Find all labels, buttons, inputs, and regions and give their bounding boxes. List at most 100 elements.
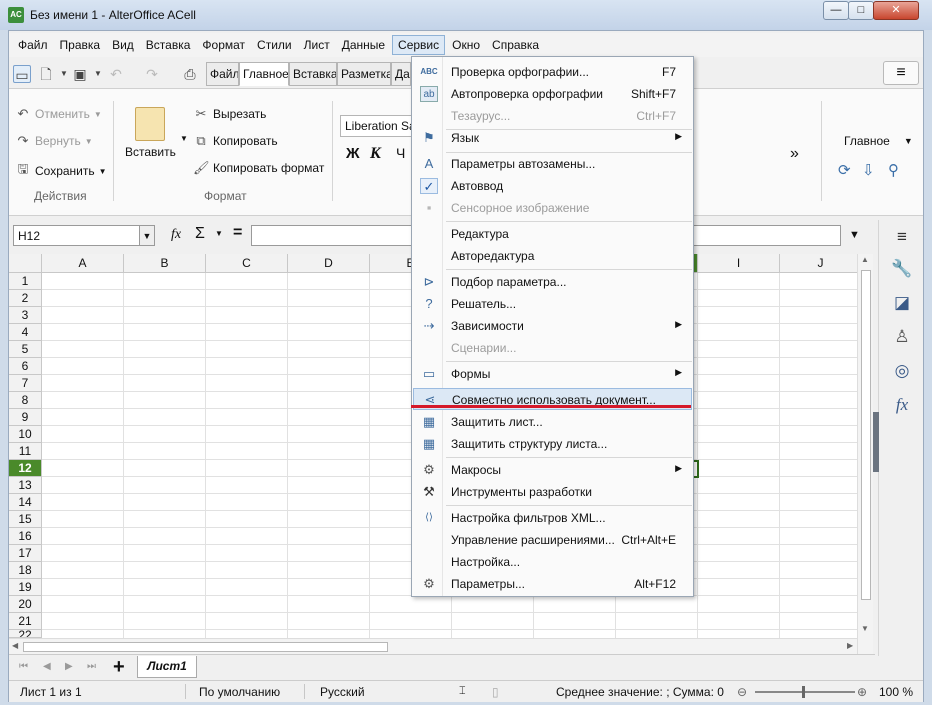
last-sheet-icon[interactable]: ⏭ — [87, 661, 96, 672]
menu-item-autospellcheck[interactable]: ab Автопроверка орфографии Shift+F7 — [413, 83, 692, 105]
row-header[interactable]: 7 — [9, 375, 42, 392]
font-name-combo[interactable]: Liberation Sa — [340, 115, 412, 137]
cut-button[interactable]: ✂ Вырезать — [193, 106, 267, 122]
row-header[interactable]: 5 — [9, 341, 42, 358]
menu-view[interactable]: Вид — [107, 36, 139, 54]
tab-file[interactable]: Файл — [206, 62, 239, 86]
select-all-corner[interactable] — [9, 254, 42, 273]
sidebar-menu-icon[interactable]: ≡ — [889, 224, 915, 250]
sum-icon[interactable]: Σ — [195, 225, 205, 243]
copy-button[interactable]: ⧉ Копировать — [193, 133, 277, 149]
tab-layout[interactable]: Разметка — [337, 62, 391, 86]
row-header[interactable]: 1 — [9, 273, 42, 290]
scroll-left-icon[interactable]: ◀ — [12, 641, 18, 650]
add-sheet-button[interactable]: + — [113, 656, 125, 679]
menu-file[interactable]: Файл — [13, 36, 53, 54]
page-icon[interactable]: ◪ — [889, 290, 915, 316]
paste-dropdown-icon[interactable]: ▼ — [180, 134, 188, 143]
styles-combo[interactable]: Главное ▼ — [844, 134, 913, 148]
open-dropdown-icon[interactable]: ▼ — [89, 65, 107, 83]
print-icon[interactable]: ⎙ — [181, 65, 199, 83]
new-document-icon[interactable]: 🗋 — [37, 65, 55, 83]
menu-item-auto-redaction[interactable]: Автоpeдактура — [413, 245, 692, 267]
sidebar-collapse-handle[interactable] — [873, 412, 879, 472]
expand-ribbon-icon[interactable]: » — [790, 145, 799, 163]
sidebar-toggle-icon[interactable]: ▭ — [13, 65, 31, 83]
sheet-tab[interactable]: Лист1 — [137, 656, 197, 678]
tab-data[interactable]: Да — [391, 62, 411, 86]
menu-tools[interactable]: Сервис — [392, 35, 446, 55]
scroll-down-icon[interactable]: ▼ — [861, 624, 869, 633]
column-header[interactable]: D — [288, 254, 370, 273]
menu-edit[interactable]: Правка — [55, 36, 106, 54]
zoom-slider-thumb[interactable] — [802, 686, 805, 698]
row-header[interactable]: 8 — [9, 392, 42, 409]
name-box[interactable]: H12 — [13, 225, 155, 246]
style-new-icon[interactable]: ⇩ — [862, 161, 875, 179]
row-header[interactable]: 13 — [9, 477, 42, 494]
style-fill-icon[interactable]: ⚲ — [888, 161, 899, 179]
row-header[interactable]: 9 — [9, 409, 42, 426]
hamburger-menu-button[interactable]: ≡ — [883, 61, 919, 85]
tab-home[interactable]: Главное — [239, 62, 289, 86]
menu-item-customize[interactable]: Настройка... — [413, 551, 692, 573]
zoom-slider[interactable] — [755, 691, 855, 693]
menu-insert[interactable]: Вставка — [141, 36, 196, 54]
row-header[interactable]: 20 — [9, 596, 42, 613]
row-header[interactable]: 6 — [9, 358, 42, 375]
row-header[interactable]: 3 — [9, 307, 42, 324]
menu-item-protect-structure[interactable]: ▦ Защитить структуру листа... — [413, 433, 692, 455]
column-header[interactable]: J — [780, 254, 857, 273]
format-painter-button[interactable]: 🖌 Копировать формат — [193, 160, 324, 176]
undo-icon[interactable]: ↶ — [107, 65, 125, 83]
menu-item-macros[interactable]: ⚙ Макросы ▶ — [413, 459, 692, 481]
wrench-icon[interactable]: 🔧 — [889, 256, 915, 282]
maximize-button[interactable]: □ — [848, 1, 874, 20]
menu-item-image-map[interactable]: ▪ Сенсорное изображение — [413, 197, 692, 219]
menu-item-solver[interactable]: ? Решатель... — [413, 293, 692, 315]
menu-item-redaction[interactable]: Редактура — [413, 223, 692, 245]
close-button[interactable]: ✕ — [873, 1, 919, 20]
save-button[interactable]: 🖫 Сохранить ▼ — [15, 160, 106, 182]
menu-styles[interactable]: Стили — [252, 36, 297, 54]
zoom-in-icon[interactable]: ⊕ — [857, 685, 867, 699]
underline-button[interactable]: Ч — [396, 145, 405, 161]
bold-button[interactable]: Ж — [346, 145, 360, 162]
name-box-dropdown-icon[interactable]: ▼ — [139, 225, 155, 246]
menu-item-forms[interactable]: ▭ Формы ▶ — [413, 363, 692, 385]
menu-item-dev-tools[interactable]: ⚒ Инструменты разработки — [413, 481, 692, 503]
menu-format[interactable]: Формат — [197, 36, 250, 54]
tab-insert[interactable]: Вставка — [289, 62, 337, 86]
page-style[interactable]: По умолчанию — [199, 685, 280, 699]
expand-formula-icon[interactable]: ▼ — [849, 229, 860, 241]
row-header[interactable]: 16 — [9, 528, 42, 545]
row-header[interactable]: 14 — [9, 494, 42, 511]
redo-button[interactable]: ↷ Вернуть ▼ — [15, 133, 93, 149]
menu-item-autocorrect-options[interactable]: A Параметры автозамены... — [413, 153, 692, 175]
row-header[interactable]: 18 — [9, 562, 42, 579]
menu-sheet[interactable]: Лист — [299, 36, 335, 54]
functions-icon[interactable]: fx — [889, 392, 915, 418]
menu-item-extensions[interactable]: Управление расширениями... Ctrl+Alt+E — [413, 529, 692, 551]
next-sheet-icon[interactable]: ▶ — [65, 661, 73, 672]
menu-item-spellcheck[interactable]: ABC Проверка орфографии... F7 — [413, 61, 692, 83]
menu-item-protect-sheet[interactable]: ▦ Защитить лист... — [413, 411, 692, 433]
selection-mode-icon[interactable]: ⌶ — [459, 685, 466, 698]
menu-help[interactable]: Справка — [487, 36, 544, 54]
menu-item-language[interactable]: ⚑ Язык ▶ — [413, 127, 692, 149]
menu-item-autoinput[interactable]: ✓ Автоввод — [413, 175, 692, 197]
column-header[interactable]: B — [124, 254, 206, 273]
formula-equals-icon[interactable]: = — [233, 224, 242, 242]
zoom-level[interactable]: 100 % — [879, 685, 913, 699]
styles-icon[interactable]: ♙ — [889, 324, 915, 350]
row-header[interactable]: 4 — [9, 324, 42, 341]
row-header[interactable]: 17 — [9, 545, 42, 562]
row-header[interactable]: 22 — [9, 630, 42, 638]
menu-data[interactable]: Данные — [337, 36, 390, 54]
vertical-scrollbar-thumb[interactable] — [861, 270, 871, 600]
row-header[interactable]: 2 — [9, 290, 42, 307]
menu-item-detective[interactable]: ⇢ Зависимости ▶ — [413, 315, 692, 337]
redo-icon[interactable]: ↷ — [143, 65, 161, 83]
italic-button[interactable]: К — [370, 145, 381, 163]
open-icon[interactable]: ▣ — [71, 65, 89, 83]
